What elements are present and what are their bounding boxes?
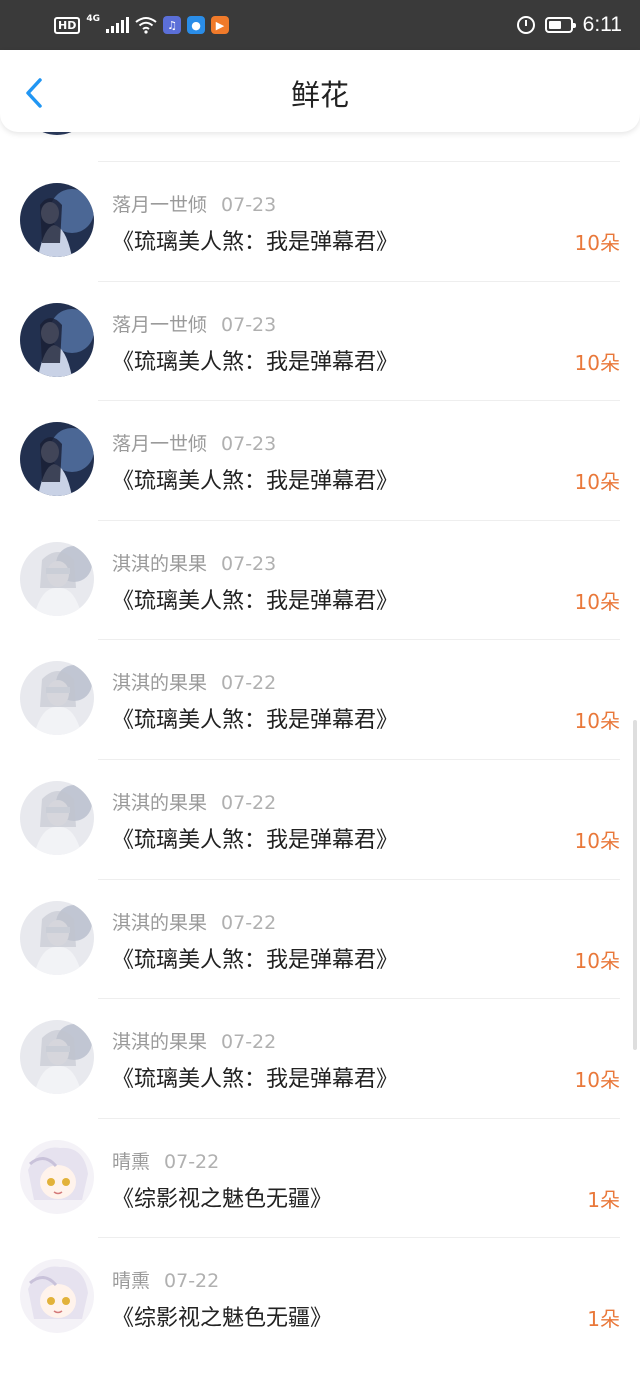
list-item[interactable]: 晴熏 07-22 《综影视之魅色无疆》 1朵	[0, 1117, 640, 1238]
hd-icon: HD	[54, 16, 81, 34]
divider	[98, 998, 620, 1000]
record-meta: 淇淇的果果 07-22	[112, 788, 276, 815]
record-meta: 淇淇的果果 07-22	[112, 668, 276, 695]
nav-header: 鲜花	[0, 50, 640, 132]
list-item[interactable]: 淇淇的果果 07-22 《琉璃美人煞：我是弹幕君》 10朵	[0, 639, 640, 759]
username[interactable]: 晴熏	[112, 1151, 150, 1173]
record-meta: 淇淇的果果 07-23	[112, 549, 276, 576]
wifi-icon	[135, 17, 157, 34]
flower-count: 10朵	[574, 709, 620, 734]
avatar[interactable]	[20, 1139, 94, 1214]
divider	[98, 878, 620, 880]
flower-count: 10朵	[574, 948, 620, 973]
work-title[interactable]: 《琉璃美人煞：我是弹幕君》	[112, 822, 398, 854]
flower-count: 10朵	[574, 350, 620, 375]
work-title[interactable]: 《琉璃美人煞：我是弹幕君》	[112, 463, 398, 495]
status-right: 6:11	[516, 12, 622, 38]
signal-label: 4G	[86, 14, 100, 24]
app-icon-video: ▶	[211, 16, 229, 34]
status-bar: HD 4G ♫ ● ▶ 6:11	[0, 0, 640, 50]
username[interactable]: 淇淇的果果	[112, 912, 207, 934]
username[interactable]: 落月一世倾	[112, 433, 207, 455]
username[interactable]: 落月一世倾	[112, 314, 207, 336]
divider	[98, 1237, 620, 1239]
username[interactable]: 淇淇的果果	[112, 792, 207, 814]
avatar[interactable]	[20, 422, 94, 497]
flower-count: 1朵	[587, 1307, 620, 1332]
avatar[interactable]	[20, 1259, 94, 1334]
status-time: 6:11	[582, 13, 622, 36]
work-title[interactable]: 《琉璃美人煞：我是弹幕君》	[112, 702, 398, 734]
avatar[interactable]	[20, 1020, 94, 1095]
divider	[98, 639, 620, 641]
divider	[98, 519, 620, 521]
work-title[interactable]: 《琉璃美人煞：我是弹幕君》	[112, 224, 398, 256]
work-title[interactable]: 《琉璃美人煞：我是弹幕君》	[112, 583, 398, 615]
list-item[interactable]: 落月一世倾 07-23 《琉璃美人煞：我是弹幕君》 10朵	[0, 400, 640, 520]
flower-count: 10朵	[574, 1068, 620, 1093]
app-icon-music: ♫	[163, 16, 181, 34]
username[interactable]: 淇淇的果果	[112, 553, 207, 575]
username[interactable]: 淇淇的果果	[112, 672, 207, 694]
list-item[interactable]: 淇淇的果果 07-22 《琉璃美人煞：我是弹幕君》 10朵	[0, 998, 640, 1118]
flower-count: 10朵	[574, 470, 620, 495]
divider	[98, 1117, 620, 1119]
list-item[interactable]: 淇淇的果果 07-22 《琉璃美人煞：我是弹幕君》 10朵	[0, 878, 640, 999]
avatar[interactable]	[20, 900, 94, 975]
battery-icon	[544, 17, 576, 33]
username[interactable]: 晴熏	[112, 1270, 150, 1292]
list-item[interactable]: 淇淇的果果 07-22 《琉璃美人煞：我是弹幕君》 10朵	[0, 758, 640, 879]
work-title[interactable]: 《琉璃美人煞：我是弹幕君》	[112, 344, 398, 376]
work-title[interactable]: 《综影视之魅色无疆》	[112, 1300, 332, 1332]
list-item[interactable]: 落月一世倾 07-23 《琉璃美人煞：我是弹幕君》 10朵	[0, 280, 640, 401]
record-meta: 落月一世倾 07-23	[112, 310, 276, 337]
record-date: 07-22	[221, 791, 277, 814]
record-date: 07-23	[221, 313, 277, 336]
divider	[98, 758, 620, 760]
avatar[interactable]	[20, 302, 94, 377]
record-meta: 落月一世倾 07-23	[112, 190, 276, 217]
list-item[interactable]: 晴熏 07-22 《综影视之魅色无疆》 1朵	[0, 1237, 640, 1357]
alarm-icon	[516, 16, 535, 34]
work-title[interactable]: 《综影视之魅色无疆》	[112, 1181, 332, 1213]
record-date: 07-23	[221, 194, 277, 216]
avatar[interactable]	[20, 780, 94, 855]
flower-record-list: 落月一世倾 07-23 《琉璃美人煞：我是弹幕君》 10朵 落月一世倾 07-23 …	[0, 161, 640, 1357]
list-item[interactable]: 淇淇的果果 07-23 《琉璃美人煞：我是弹幕君》 10朵	[0, 519, 640, 640]
status-left: HD 4G ♫ ● ▶	[54, 14, 229, 36]
avatar[interactable]	[20, 661, 94, 736]
divider	[98, 280, 620, 282]
divider	[98, 400, 620, 402]
record-meta: 淇淇的果果 07-22	[112, 908, 276, 935]
work-title[interactable]: 《琉璃美人煞：我是弹幕君》	[112, 942, 398, 974]
username[interactable]: 落月一世倾	[112, 194, 207, 216]
record-date: 07-22	[164, 1270, 220, 1293]
scrollbar[interactable]	[633, 720, 637, 1050]
record-meta: 晴熏 07-22	[112, 1266, 219, 1293]
avatar[interactable]	[20, 541, 94, 616]
work-title[interactable]: 《琉璃美人煞：我是弹幕君》	[112, 1061, 398, 1093]
record-meta: 晴熏 07-22	[112, 1147, 219, 1174]
list-item[interactable]: 落月一世倾 07-23 《琉璃美人煞：我是弹幕君》 10朵	[0, 161, 640, 281]
flower-count: 10朵	[574, 828, 620, 853]
record-date: 07-22	[221, 911, 277, 934]
avatar[interactable]	[20, 183, 94, 257]
record-date: 07-23	[221, 552, 277, 575]
record-meta: 落月一世倾 07-23	[112, 429, 276, 456]
flower-count: 1朵	[587, 1187, 620, 1212]
record-date: 07-22	[164, 1150, 220, 1173]
divider	[98, 161, 620, 162]
record-date: 07-22	[221, 672, 277, 695]
signal-icon	[106, 17, 129, 33]
flower-count: 10朵	[574, 231, 620, 255]
record-date: 07-22	[221, 1031, 277, 1054]
app-icon-bulb: ●	[187, 16, 205, 34]
record-meta: 淇淇的果果 07-22	[112, 1027, 276, 1054]
page-title: 鲜花	[290, 78, 349, 112]
username[interactable]: 淇淇的果果	[112, 1031, 207, 1053]
flower-count: 10朵	[574, 589, 620, 614]
record-date: 07-23	[221, 433, 277, 456]
